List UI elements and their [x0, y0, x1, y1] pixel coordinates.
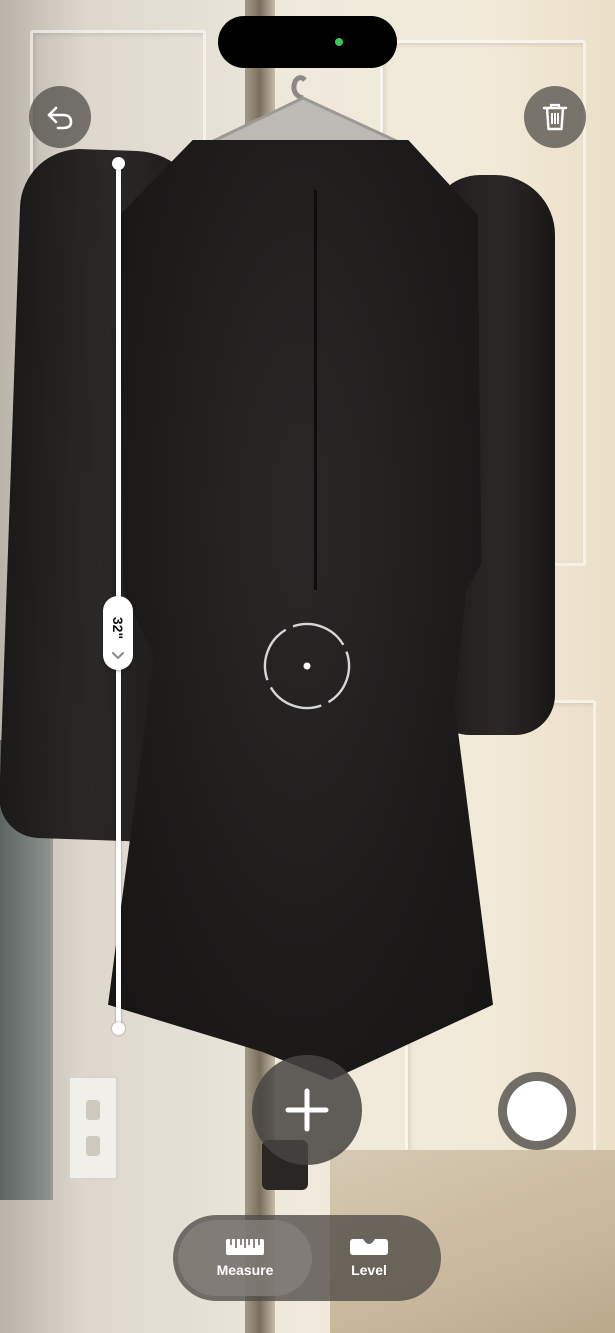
plus-icon — [285, 1088, 329, 1132]
tab-measure[interactable]: Measure — [178, 1220, 312, 1296]
dress — [108, 140, 493, 1080]
tab-measure-label: Measure — [216, 1262, 274, 1278]
dress-zipper — [314, 190, 317, 590]
undo-arrow-icon — [47, 106, 73, 130]
trash-icon — [542, 103, 568, 131]
dynamic-island — [218, 16, 397, 68]
chevron-down-icon — [112, 652, 124, 660]
level-icon — [350, 1239, 388, 1255]
capture-button[interactable] — [498, 1072, 576, 1150]
add-point-button[interactable] — [252, 1055, 362, 1165]
shutter-icon — [507, 1081, 567, 1141]
measurement-end-point[interactable] — [112, 1022, 125, 1035]
ruler-icon — [226, 1239, 264, 1255]
tab-level-label: Level — [351, 1262, 387, 1278]
measurement-start-point[interactable] — [112, 157, 125, 170]
wall-outlet — [68, 1076, 118, 1180]
mode-switcher: Measure Level — [173, 1215, 441, 1301]
measurement-label[interactable]: 32" — [103, 596, 133, 670]
measurement-value: 32" — [110, 616, 126, 640]
camera-indicator-dot — [335, 38, 343, 46]
delete-button[interactable] — [524, 86, 586, 148]
undo-button[interactable] — [29, 86, 91, 148]
reticle-icon — [263, 622, 351, 710]
tab-level[interactable]: Level — [302, 1220, 436, 1296]
